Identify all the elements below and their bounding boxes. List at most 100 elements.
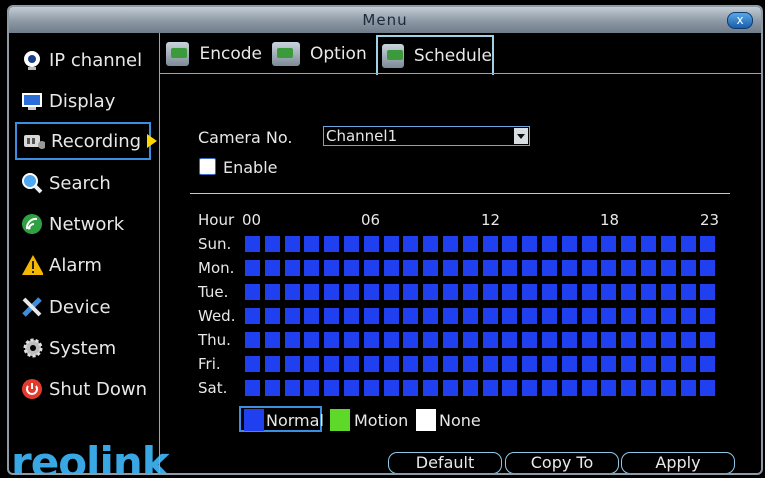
schedule-cell[interactable] bbox=[581, 260, 597, 276]
schedule-cell[interactable] bbox=[304, 236, 320, 252]
sidebar-item-network[interactable]: Network bbox=[15, 205, 151, 243]
schedule-cell[interactable] bbox=[482, 236, 498, 252]
schedule-cell[interactable] bbox=[581, 356, 597, 372]
schedule-cell[interactable] bbox=[304, 308, 320, 324]
schedule-cell[interactable] bbox=[561, 380, 577, 396]
tab-option[interactable]: Option bbox=[272, 35, 368, 73]
schedule-cell[interactable] bbox=[423, 332, 439, 348]
schedule-cell[interactable] bbox=[403, 308, 419, 324]
schedule-cell[interactable] bbox=[324, 380, 340, 396]
schedule-cell[interactable] bbox=[344, 380, 359, 396]
schedule-cell[interactable] bbox=[581, 308, 597, 324]
schedule-cell[interactable] bbox=[304, 332, 320, 348]
schedule-cell[interactable] bbox=[344, 308, 359, 324]
schedule-cell[interactable] bbox=[641, 260, 656, 276]
schedule-cell[interactable] bbox=[482, 356, 498, 372]
schedule-cell[interactable] bbox=[344, 260, 359, 276]
tab-schedule[interactable]: Schedule bbox=[376, 35, 494, 75]
schedule-cell[interactable] bbox=[601, 260, 617, 276]
schedule-cell[interactable] bbox=[423, 308, 439, 324]
schedule-cell[interactable] bbox=[522, 332, 538, 348]
schedule-cell[interactable] bbox=[641, 356, 656, 372]
schedule-cell[interactable] bbox=[324, 308, 340, 324]
schedule-cell[interactable] bbox=[601, 236, 617, 252]
schedule-cell[interactable] bbox=[700, 332, 716, 348]
schedule-cell[interactable] bbox=[344, 284, 359, 300]
schedule-cell[interactable] bbox=[700, 284, 716, 300]
schedule-cell[interactable] bbox=[482, 380, 498, 396]
schedule-cell[interactable] bbox=[502, 260, 518, 276]
schedule-cell[interactable] bbox=[522, 308, 538, 324]
schedule-cell[interactable] bbox=[581, 236, 597, 252]
schedule-cell[interactable] bbox=[304, 380, 320, 396]
schedule-cell[interactable] bbox=[641, 380, 656, 396]
schedule-cell[interactable] bbox=[304, 284, 320, 300]
schedule-cell[interactable] bbox=[621, 332, 637, 348]
schedule-cell[interactable] bbox=[423, 380, 439, 396]
schedule-cell[interactable] bbox=[462, 284, 478, 300]
schedule-cell[interactable] bbox=[284, 308, 300, 324]
schedule-cell[interactable] bbox=[542, 260, 557, 276]
schedule-cell[interactable] bbox=[641, 236, 656, 252]
schedule-cell[interactable] bbox=[660, 236, 676, 252]
schedule-cell[interactable] bbox=[700, 236, 716, 252]
schedule-cell[interactable] bbox=[680, 380, 696, 396]
schedule-cell[interactable] bbox=[284, 356, 300, 372]
schedule-cell[interactable] bbox=[383, 236, 399, 252]
schedule-cell[interactable] bbox=[561, 236, 577, 252]
schedule-cell[interactable] bbox=[284, 236, 300, 252]
schedule-cell[interactable] bbox=[680, 236, 696, 252]
schedule-cell[interactable] bbox=[660, 356, 676, 372]
schedule-cell[interactable] bbox=[502, 308, 518, 324]
sidebar-item-ip-channel[interactable]: IP channel bbox=[15, 41, 151, 79]
schedule-cell[interactable] bbox=[324, 356, 340, 372]
schedule-cell[interactable] bbox=[245, 236, 260, 252]
schedule-cell[interactable] bbox=[502, 284, 518, 300]
sidebar-item-system[interactable]: System bbox=[15, 329, 151, 367]
schedule-cell[interactable] bbox=[621, 308, 637, 324]
schedule-cell[interactable] bbox=[601, 332, 617, 348]
schedule-cell[interactable] bbox=[324, 332, 340, 348]
schedule-cell[interactable] bbox=[522, 380, 538, 396]
schedule-cell[interactable] bbox=[680, 356, 696, 372]
schedule-cell[interactable] bbox=[641, 308, 656, 324]
schedule-cell[interactable] bbox=[264, 308, 280, 324]
schedule-cell[interactable] bbox=[522, 260, 538, 276]
schedule-cell[interactable] bbox=[601, 356, 617, 372]
schedule-cell[interactable] bbox=[660, 308, 676, 324]
schedule-cell[interactable] bbox=[443, 260, 458, 276]
schedule-cell[interactable] bbox=[522, 284, 538, 300]
schedule-cell[interactable] bbox=[403, 356, 419, 372]
sidebar-item-search[interactable]: Search bbox=[15, 164, 151, 202]
sidebar-item-device[interactable]: Device bbox=[15, 288, 151, 326]
schedule-cell[interactable] bbox=[304, 260, 320, 276]
schedule-cell[interactable] bbox=[561, 284, 577, 300]
schedule-cell[interactable] bbox=[700, 308, 716, 324]
schedule-cell[interactable] bbox=[443, 356, 458, 372]
schedule-cell[interactable] bbox=[264, 380, 280, 396]
sidebar-item-alarm[interactable]: Alarm bbox=[15, 246, 151, 284]
sidebar-item-recording[interactable]: Recording bbox=[15, 122, 158, 160]
schedule-cell[interactable] bbox=[621, 284, 637, 300]
schedule-cell[interactable] bbox=[542, 356, 557, 372]
schedule-cell[interactable] bbox=[641, 332, 656, 348]
copy-to-button[interactable]: Copy To bbox=[505, 452, 619, 473]
schedule-cell[interactable] bbox=[403, 332, 419, 348]
schedule-cell[interactable] bbox=[363, 260, 379, 276]
schedule-cell[interactable] bbox=[423, 284, 439, 300]
schedule-cell[interactable] bbox=[443, 236, 458, 252]
schedule-cell[interactable] bbox=[482, 332, 498, 348]
schedule-cell[interactable] bbox=[324, 284, 340, 300]
schedule-cell[interactable] bbox=[680, 260, 696, 276]
schedule-cell[interactable] bbox=[660, 284, 676, 300]
schedule-cell[interactable] bbox=[363, 236, 379, 252]
schedule-cell[interactable] bbox=[462, 236, 478, 252]
tab-encode[interactable]: Encode bbox=[166, 35, 262, 73]
schedule-cell[interactable] bbox=[245, 356, 260, 372]
schedule-cell[interactable] bbox=[363, 356, 379, 372]
schedule-cell[interactable] bbox=[324, 236, 340, 252]
schedule-cell[interactable] bbox=[581, 284, 597, 300]
sidebar-item-display[interactable]: Display bbox=[15, 82, 151, 120]
schedule-cell[interactable] bbox=[264, 260, 280, 276]
schedule-cell[interactable] bbox=[443, 308, 458, 324]
